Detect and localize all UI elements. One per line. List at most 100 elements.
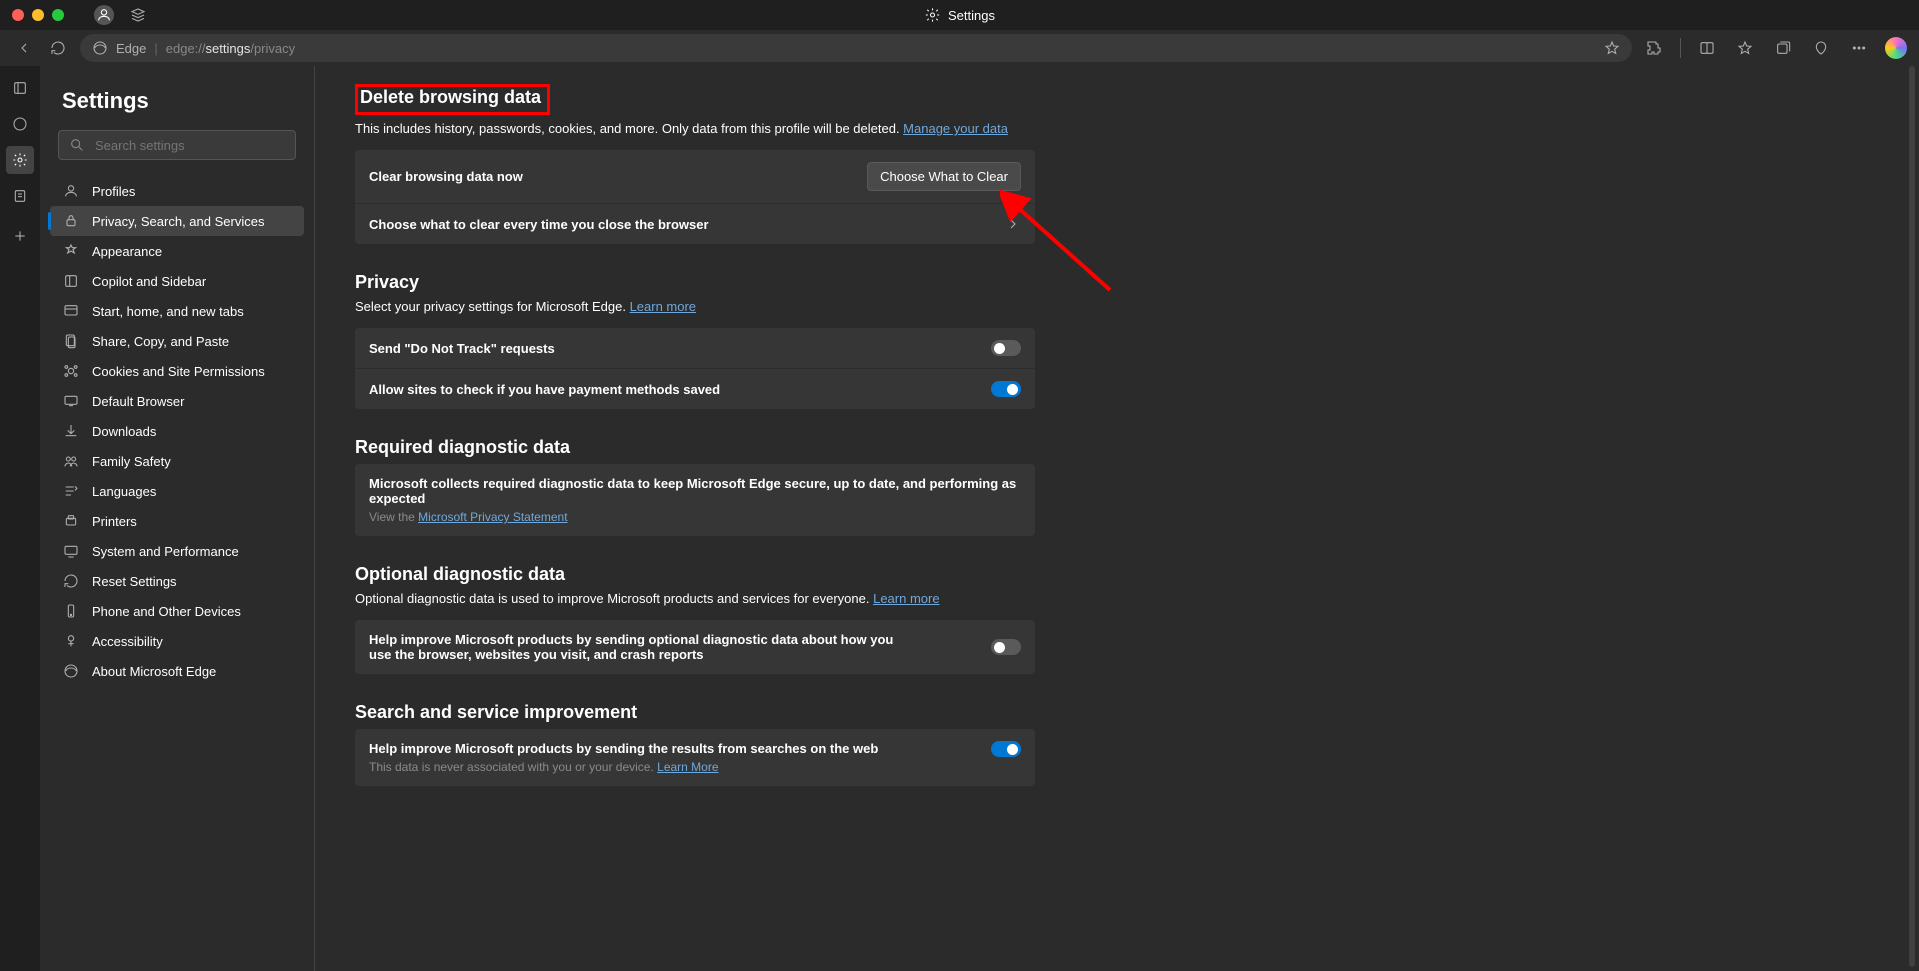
- sidebar-item-reset-settings[interactable]: Reset Settings: [50, 566, 304, 596]
- window-controls: [0, 9, 64, 21]
- printer-icon: [62, 512, 80, 530]
- search-improve-learn-more-link[interactable]: Learn More: [657, 760, 718, 774]
- titlebar: Settings: [0, 0, 1919, 30]
- sidebar-item-system-and-performance[interactable]: System and Performance: [50, 536, 304, 566]
- browser-essentials-icon[interactable]: [1809, 36, 1833, 60]
- split-screen-icon[interactable]: [1695, 36, 1719, 60]
- sidebar-item-downloads[interactable]: Downloads: [50, 416, 304, 446]
- language-icon: [62, 482, 80, 500]
- sidebar-item-label: Start, home, and new tabs: [92, 304, 244, 319]
- settings-tab-icon[interactable]: [6, 146, 34, 174]
- row-label: Choose what to clear every time you clos…: [369, 217, 709, 232]
- do-not-track-row: Send "Do Not Track" requests: [355, 328, 1035, 369]
- search-improve-toggle[interactable]: [991, 741, 1021, 757]
- sidebar-item-family-safety[interactable]: Family Safety: [50, 446, 304, 476]
- collections-icon[interactable]: [1771, 36, 1795, 60]
- reset-icon: [62, 572, 80, 590]
- sidebar-item-profiles[interactable]: Profiles: [50, 176, 304, 206]
- settings-sidebar: Settings Profiles Privacy, Search, and Se…: [40, 66, 315, 971]
- url-browser-name: Edge: [116, 41, 146, 56]
- sidebar-item-label: About Microsoft Edge: [92, 664, 216, 679]
- sidebar-item-label: Profiles: [92, 184, 135, 199]
- choose-what-to-clear-button[interactable]: Choose What to Clear: [867, 162, 1021, 191]
- sidebar-item-about-microsoft-edge[interactable]: About Microsoft Edge: [50, 656, 304, 686]
- accessibility-icon: [62, 632, 80, 650]
- tab-actions-icon[interactable]: [6, 74, 34, 102]
- sidebar-item-share-copy-and-paste[interactable]: Share, Copy, and Paste: [50, 326, 304, 356]
- sidebar-item-label: Family Safety: [92, 454, 171, 469]
- sidebar-item-languages[interactable]: Languages: [50, 476, 304, 506]
- manage-your-data-link[interactable]: Manage your data: [903, 121, 1008, 136]
- sidebar-item-label: Printers: [92, 514, 137, 529]
- search-input[interactable]: [93, 137, 285, 154]
- system-icon: [62, 542, 80, 560]
- row-label: Microsoft collects required diagnostic d…: [369, 476, 1021, 506]
- settings-heading: Settings: [62, 88, 304, 114]
- search-icon: [69, 137, 85, 153]
- payment-methods-toggle[interactable]: [991, 381, 1021, 397]
- privacy-learn-more-link[interactable]: Learn more: [630, 299, 696, 314]
- history-tab-icon[interactable]: [6, 182, 34, 210]
- star-icon[interactable]: [1604, 40, 1620, 56]
- back-button[interactable]: [12, 36, 36, 60]
- sidebar-item-appearance[interactable]: Appearance: [50, 236, 304, 266]
- sidebar-item-phone-and-other-devices[interactable]: Phone and Other Devices: [50, 596, 304, 626]
- copilot-icon[interactable]: [1885, 37, 1907, 59]
- sidebar-item-label: Share, Copy, and Paste: [92, 334, 229, 349]
- profile-avatar[interactable]: [94, 5, 114, 25]
- optional-diag-row: Help improve Microsoft products by sendi…: [355, 620, 1035, 674]
- section-title-privacy: Privacy: [355, 272, 1035, 293]
- sidebar-item-label: Privacy, Search, and Services: [92, 214, 264, 229]
- payment-methods-row: Allow sites to check if you have payment…: [355, 369, 1035, 409]
- settings-content: Delete browsing data This includes histo…: [315, 66, 1919, 971]
- lock-icon: [62, 212, 80, 230]
- do-not-track-toggle[interactable]: [991, 340, 1021, 356]
- sidebar-item-label: Default Browser: [92, 394, 184, 409]
- copy-icon: [62, 332, 80, 350]
- privacy-statement-link[interactable]: Microsoft Privacy Statement: [418, 510, 567, 524]
- section-desc-privacy: Select your privacy settings for Microso…: [355, 299, 1035, 314]
- search-improve-row: Help improve Microsoft products by sendi…: [355, 729, 1035, 786]
- row-label: Send "Do Not Track" requests: [369, 341, 555, 356]
- new-tab-icon[interactable]: [6, 222, 34, 250]
- window-icon: [62, 302, 80, 320]
- sidebar-item-label: Cookies and Site Permissions: [92, 364, 265, 379]
- row-label: Allow sites to check if you have payment…: [369, 382, 720, 397]
- favorites-icon[interactable]: [1733, 36, 1757, 60]
- minimize-window-button[interactable]: [32, 9, 44, 21]
- profile-icon: [62, 182, 80, 200]
- sidebar-icon: [62, 272, 80, 290]
- sidebar-item-label: Appearance: [92, 244, 162, 259]
- edge-tab-icon[interactable]: [6, 110, 34, 138]
- phone-icon: [62, 602, 80, 620]
- refresh-button[interactable]: [46, 36, 70, 60]
- sidebar-item-accessibility[interactable]: Accessibility: [50, 626, 304, 656]
- maximize-window-button[interactable]: [52, 9, 64, 21]
- clear-on-close-row[interactable]: Choose what to clear every time you clos…: [355, 204, 1035, 244]
- optional-diag-toggle[interactable]: [991, 639, 1021, 655]
- sidebar-item-default-browser[interactable]: Default Browser: [50, 386, 304, 416]
- close-window-button[interactable]: [12, 9, 24, 21]
- sidebar-item-cookies-and-site-permissions[interactable]: Cookies and Site Permissions: [50, 356, 304, 386]
- sidebar-item-printers[interactable]: Printers: [50, 506, 304, 536]
- section-title-required-diag: Required diagnostic data: [355, 437, 1035, 458]
- section-title-delete-browsing-data: Delete browsing data: [355, 84, 550, 115]
- scrollbar[interactable]: [1909, 66, 1915, 967]
- sidebar-item-label: Downloads: [92, 424, 156, 439]
- clear-browsing-data-now-row: Clear browsing data now Choose What to C…: [355, 150, 1035, 204]
- address-bar[interactable]: Edge | edge://settings/privacy: [80, 34, 1632, 62]
- sidebar-item-start-home-and-new-tabs[interactable]: Start, home, and new tabs: [50, 296, 304, 326]
- family-icon: [62, 452, 80, 470]
- workspaces-icon[interactable]: [126, 3, 150, 27]
- edge-icon: [62, 662, 80, 680]
- sidebar-item-copilot-and-sidebar[interactable]: Copilot and Sidebar: [50, 266, 304, 296]
- row-label: Help improve Microsoft products by sendi…: [369, 741, 878, 756]
- search-settings-box[interactable]: [58, 130, 296, 160]
- sidebar-item-label: Accessibility: [92, 634, 163, 649]
- optional-diag-learn-more-link[interactable]: Learn more: [873, 591, 939, 606]
- required-diag-row: Microsoft collects required diagnostic d…: [355, 464, 1035, 536]
- sidebar-item-privacy-search-and-services[interactable]: Privacy, Search, and Services: [50, 206, 304, 236]
- more-icon[interactable]: [1847, 36, 1871, 60]
- chevron-right-icon: [1005, 216, 1021, 232]
- extensions-icon[interactable]: [1642, 36, 1666, 60]
